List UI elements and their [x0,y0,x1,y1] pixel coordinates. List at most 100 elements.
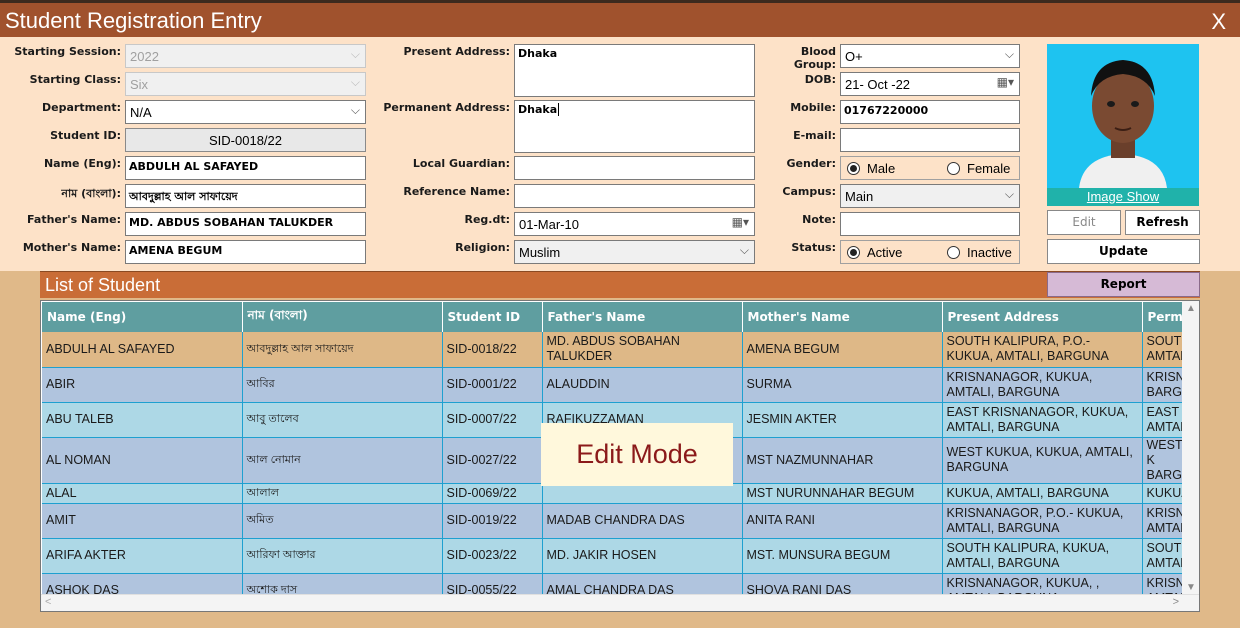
table-cell: AMIT [42,503,243,539]
table-row[interactable]: ABIR আবির SID-0001/22 ALAUDDIN SURMA KRISNANA… [42,367,1198,403]
radio-checked-icon [847,246,860,259]
table-cell: ABDULH AL SAFAYED [42,332,243,368]
report-button[interactable]: Report [1047,272,1200,297]
table-cell: ABU TALEB [42,402,243,438]
class-value: Six [130,77,149,92]
table-cell: KUKUA, AMTALI, BARGUNA [942,483,1143,504]
blood-group-label: Blood Group: [793,45,836,71]
edit-button[interactable]: Edit [1047,210,1121,235]
permanent-address-label: Permanent Address: [383,101,510,114]
scroll-up-icon[interactable]: ▲ [1186,303,1196,314]
column-header[interactable]: Mother's Name [742,302,943,332]
radio-unchecked-icon [947,162,960,175]
table-cell: AL NOMAN [42,437,243,484]
reg-dt-picker[interactable]: 01-Mar-10 ▦▾ [514,212,755,236]
close-button[interactable]: X [1211,9,1226,35]
column-header[interactable]: নাম (বাংলা) [242,302,443,332]
table-cell: MST NAZMUNNAHAR [742,437,943,484]
vertical-scrollbar[interactable]: ▲ ▼ [1182,301,1199,595]
present-address-input[interactable]: Dhaka [514,44,755,97]
image-show-link[interactable]: Image Show [1047,188,1199,206]
calendar-icon: ▦▾ [996,75,1014,89]
table-cell: MD. ABDUS SOBAHAN TALUKDER [542,332,743,368]
scroll-left-icon[interactable]: < [45,596,51,608]
table-row[interactable]: ABDULH AL SAFAYED আবদুল্লাহ আল সাফায়েদ SI… [42,332,1198,368]
table-cell: SID-0018/22 [442,332,543,368]
department-select[interactable]: N/A ⌵ [125,100,366,124]
chevron-down-icon: ⌵ [1004,187,1014,201]
table-cell: SURMA [742,367,943,403]
table-cell: SOUTH KALIPURA, KUKUA, AMTALI, BARGUNA [942,538,1143,574]
update-button[interactable]: Update [1047,239,1200,264]
table-row[interactable]: ARIFA AKTER আরিফা আক্তার SID-0023/22 MD. JA… [42,538,1198,574]
mother-label: Mother's Name: [22,241,121,254]
table-row[interactable]: ALAL আলাল SID-0069/22 MST NURUNNAHAR BEGUM K… [42,483,1198,504]
radio-checked-icon [847,162,860,175]
table-cell: ABIR [42,367,243,403]
father-label: Father's Name: [27,213,121,226]
mother-name-input[interactable]: AMENA BEGUM [125,240,366,264]
scroll-down-icon[interactable]: ▼ [1186,582,1196,593]
column-header[interactable]: Student ID [442,302,543,332]
name-bn-input[interactable]: আবদুল্লাহ আল সাফায়েদ [125,184,366,208]
mobile-input[interactable]: 01767220000 [840,100,1020,124]
table-cell: আবু তালেব [242,402,443,438]
local-guardian-input[interactable] [514,156,755,180]
table-cell: JESMIN AKTER [742,402,943,438]
scroll-right-icon[interactable]: > [1173,596,1179,608]
table-cell: SID-0027/22 [442,437,543,484]
column-header[interactable]: Present Address [942,302,1143,332]
status-active-option[interactable]: Active [847,245,902,260]
campus-label: Campus: [782,185,836,198]
religion-select[interactable]: Muslim ⌵ [514,240,755,264]
present-address-label: Present Address: [403,45,510,58]
reg-dt-label: Reg.dt: [464,213,510,226]
table-cell [542,483,743,504]
blood-group-value: O+ [845,49,863,64]
note-input[interactable] [840,212,1020,236]
table-cell: আবদুল্লাহ আল সাফায়েদ [242,332,443,368]
name-eng-input[interactable]: ABDULH AL SAFAYED [125,156,366,180]
dob-label: DOB: [804,73,836,86]
table-cell: MADAB CHANDRA DAS [542,503,743,539]
reference-name-input[interactable] [514,184,755,208]
table-cell: আলাল [242,483,443,504]
table-cell: EAST KRISNANAGOR, KUKUA, AMTALI, BARGUNA [942,402,1143,438]
table-row[interactable]: AMIT অমিত SID-0019/22 MADAB CHANDRA DAS ANIT… [42,503,1198,539]
permanent-address-input[interactable]: Dhaka [514,100,755,153]
status-inactive-option[interactable]: Inactive [947,245,1012,260]
permanent-address-value: Dhaka [518,103,558,116]
email-input[interactable] [840,128,1020,152]
title-bar: Student Registration Entry X [0,0,1240,37]
column-header[interactable]: Father's Name [542,302,743,332]
student-photo: Image Show [1047,44,1199,206]
edit-mode-indicator: Edit Mode [541,423,733,486]
department-value: N/A [130,105,152,120]
student-id-field: SID-0018/22 [125,128,366,152]
class-select: Six ⌵ [125,72,366,96]
table-cell: AMENA BEGUM [742,332,943,368]
table-cell: SOUTH KALIPURA, P.O.- KUKUA, AMTALI, BAR… [942,332,1143,368]
blood-group-select[interactable]: O+ ⌵ [840,44,1020,68]
table-cell: ANITA RANI [742,503,943,539]
horizontal-scrollbar[interactable]: < > [41,594,1199,611]
table-cell: SID-0019/22 [442,503,543,539]
column-header[interactable]: Name (Eng) [42,302,243,332]
gender-female-option[interactable]: Female [947,161,1010,176]
table-cell: WEST KUKUA, KUKUA, AMTALI, BARGUNA [942,437,1143,484]
list-title: List of Student [45,275,161,295]
dob-picker[interactable]: 21- Oct -22 ▦▾ [840,72,1020,96]
class-label: Starting Class: [29,73,121,86]
father-name-input[interactable]: MD. ABDUS SOBAHAN TALUKDER [125,212,366,236]
campus-select[interactable]: Main ⌵ [840,184,1020,208]
note-label: Note: [802,213,836,226]
table-cell: SID-0069/22 [442,483,543,504]
chevron-down-icon: ⌵ [350,47,360,61]
department-label: Department: [42,101,121,114]
table-cell: SID-0023/22 [442,538,543,574]
table-cell: ALAUDDIN [542,367,743,403]
refresh-button[interactable]: Refresh [1125,210,1200,235]
table-cell: ARIFA AKTER [42,538,243,574]
reg-dt-value: 01-Mar-10 [519,217,579,232]
gender-male-option[interactable]: Male [847,161,895,176]
